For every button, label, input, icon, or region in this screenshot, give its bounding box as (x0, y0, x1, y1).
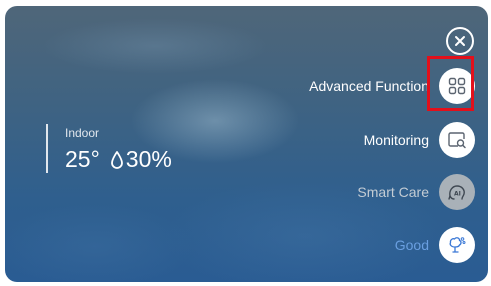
menu-item-good[interactable]: Good (395, 225, 475, 265)
menu-item-smart-care[interactable]: Smart Care AI (357, 172, 475, 212)
humidity-drop-icon (110, 149, 124, 169)
indoor-label: Indoor (65, 126, 100, 140)
ai-care-icon: AI (448, 185, 465, 200)
monitor-search-icon (448, 132, 466, 149)
monitoring-label: Monitoring (363, 132, 429, 148)
grid-icon (448, 77, 466, 95)
screen: Indoor 25° 30% Advanced Function Monitor… (0, 0, 491, 286)
advanced-function-label: Advanced Function (309, 78, 429, 94)
indoor-humidity: 30% (125, 146, 172, 172)
close-button[interactable] (446, 27, 474, 55)
tree-air-icon (449, 237, 466, 253)
good-label: Good (394, 237, 429, 253)
smart-care-button[interactable]: AI (439, 174, 475, 210)
menu-item-monitoring[interactable]: Monitoring (364, 120, 475, 160)
close-icon (455, 36, 465, 46)
indoor-status: Indoor 25° 30% (46, 124, 172, 173)
advanced-function-button[interactable] (439, 68, 475, 104)
air-quality-button[interactable] (439, 227, 475, 263)
smart-care-label: Smart Care (357, 184, 429, 200)
indoor-temperature: 25° (65, 146, 100, 172)
menu-item-advanced-function[interactable]: Advanced Function (309, 66, 475, 106)
indoor-values: 25° 30% (65, 146, 172, 172)
monitoring-button[interactable] (439, 122, 475, 158)
app-panel: Indoor 25° 30% Advanced Function Monitor… (5, 6, 488, 282)
svg-text:AI: AI (454, 191, 461, 198)
